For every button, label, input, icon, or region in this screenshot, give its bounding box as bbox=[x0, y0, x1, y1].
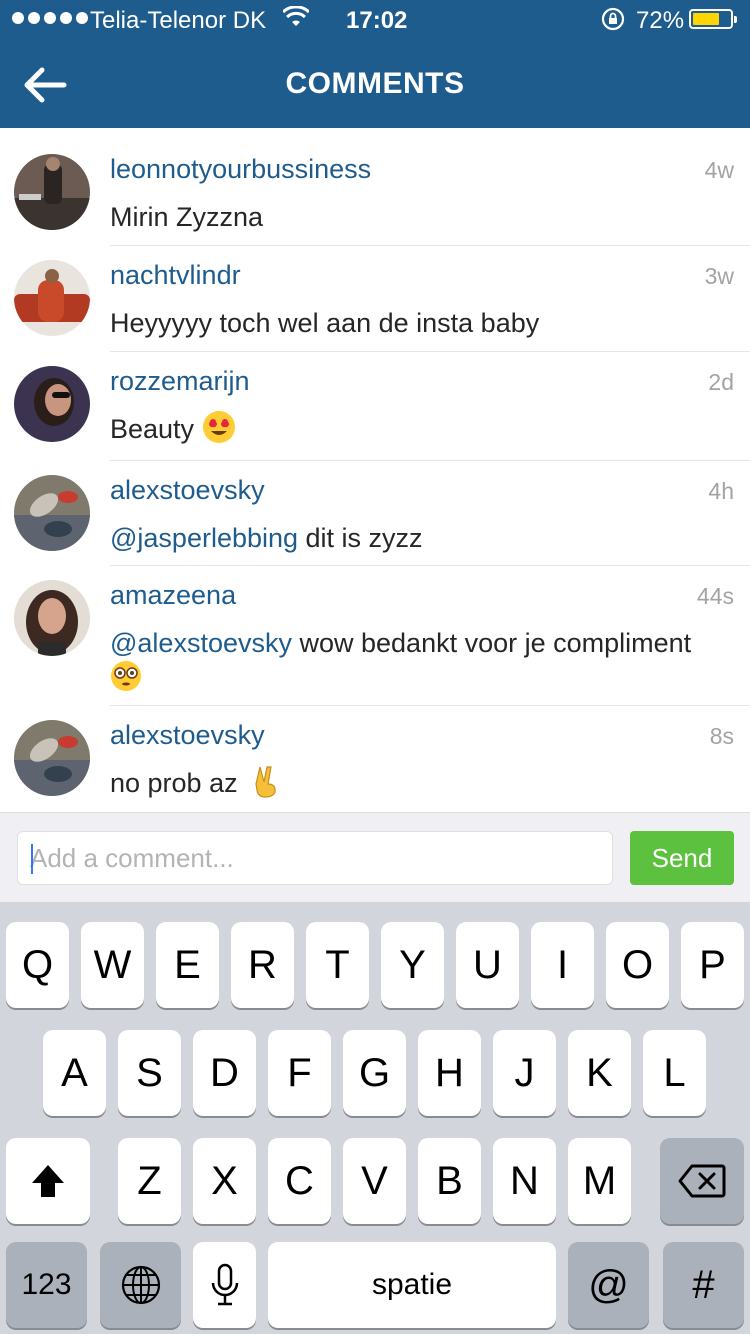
rotation-lock-icon bbox=[600, 6, 626, 39]
keyboard: Q W E R T Y U I O P A S D F G H J K L Z … bbox=[0, 902, 750, 1334]
key-g[interactable]: G bbox=[343, 1030, 406, 1116]
comment-text: @alexstoevsky wow bedankt voor je compli… bbox=[110, 626, 720, 700]
comment-body: Mirin Zyzzna bbox=[110, 202, 264, 232]
at-key[interactable]: @ bbox=[568, 1242, 649, 1328]
status-bar: Telia-Telenor DK 17:02 72% bbox=[0, 0, 750, 40]
comment-username[interactable]: rozzemarijn bbox=[110, 366, 250, 397]
comment-age: 2d bbox=[708, 369, 734, 395]
microphone-icon[interactable] bbox=[193, 1242, 256, 1328]
comment-body: wow bedankt voor je compliment bbox=[291, 628, 692, 658]
comment-text: Mirin Zyzzna bbox=[110, 200, 720, 234]
key-s[interactable]: S bbox=[118, 1030, 181, 1116]
key-b[interactable]: B bbox=[418, 1138, 481, 1224]
top-bar: Telia-Telenor DK 17:02 72% COMMENTS bbox=[0, 0, 750, 128]
key-r[interactable]: R bbox=[231, 922, 294, 1008]
comment-age: 8s bbox=[709, 723, 734, 749]
key-d[interactable]: D bbox=[193, 1030, 256, 1116]
key-h[interactable]: H bbox=[418, 1030, 481, 1116]
avatar[interactable] bbox=[14, 366, 90, 442]
key-i[interactable]: I bbox=[531, 922, 594, 1008]
wifi-icon bbox=[281, 5, 311, 37]
numbers-key[interactable]: 123 bbox=[6, 1242, 87, 1328]
clock: 17:02 bbox=[346, 7, 408, 34]
comment-text: no prob az bbox=[110, 764, 720, 806]
comment-row: rozzemarijn 2d Beauty bbox=[0, 352, 750, 461]
comment-input-placeholder: Add a comment... bbox=[30, 843, 234, 873]
avatar[interactable] bbox=[14, 154, 90, 230]
key-m[interactable]: M bbox=[568, 1138, 631, 1224]
comment-age: 3w bbox=[704, 263, 734, 289]
avatar[interactable] bbox=[14, 475, 90, 551]
carrier-name: Telia-Telenor DK bbox=[90, 7, 267, 34]
mention-link[interactable]: @jasperlebbing bbox=[110, 523, 298, 553]
send-button[interactable]: Send bbox=[630, 831, 734, 885]
key-z[interactable]: Z bbox=[118, 1138, 181, 1224]
avatar[interactable] bbox=[14, 720, 90, 796]
key-e[interactable]: E bbox=[156, 922, 219, 1008]
comment-text: Beauty bbox=[110, 410, 720, 452]
key-y[interactable]: Y bbox=[381, 922, 444, 1008]
globe-icon[interactable] bbox=[100, 1242, 181, 1328]
nav-bar: COMMENTS bbox=[0, 40, 750, 128]
comment-body: dit is zyzz bbox=[298, 523, 423, 553]
signal-dots-icon bbox=[12, 12, 88, 24]
key-u[interactable]: U bbox=[456, 922, 519, 1008]
battery-icon bbox=[689, 9, 737, 29]
comment-username[interactable]: leonnotyourbussiness bbox=[110, 154, 371, 185]
text-caret bbox=[31, 844, 33, 874]
comments-list: leonnotyourbussiness 4w Mirin Zyzzna nac… bbox=[0, 140, 750, 812]
key-a[interactable]: A bbox=[43, 1030, 106, 1116]
key-p[interactable]: P bbox=[681, 922, 744, 1008]
key-j[interactable]: J bbox=[493, 1030, 556, 1116]
space-key[interactable]: spatie bbox=[268, 1242, 556, 1328]
key-n[interactable]: N bbox=[493, 1138, 556, 1224]
comment-username[interactable]: nachtvlindr bbox=[110, 260, 241, 291]
comment-age: 4h bbox=[708, 478, 734, 504]
key-k[interactable]: K bbox=[568, 1030, 631, 1116]
page-title: COMMENTS bbox=[285, 67, 465, 100]
comment-body: Heyyyyy toch wel aan de insta baby bbox=[110, 308, 540, 338]
victory-hand-emoji bbox=[251, 764, 281, 806]
comment-row: alexstoevsky 4h @jasperlebbing dit is zy… bbox=[0, 461, 750, 566]
heart-eyes-emoji bbox=[202, 410, 236, 452]
comment-text: Heyyyyy toch wel aan de insta baby bbox=[110, 306, 720, 340]
flushed-emoji bbox=[110, 660, 142, 700]
shift-icon[interactable] bbox=[6, 1138, 90, 1224]
backspace-icon[interactable] bbox=[660, 1138, 744, 1224]
comment-body: no prob az bbox=[110, 768, 238, 799]
avatar[interactable] bbox=[14, 580, 90, 656]
key-f[interactable]: F bbox=[268, 1030, 331, 1116]
key-x[interactable]: X bbox=[193, 1138, 256, 1224]
comment-composer: Add a comment... Send bbox=[0, 812, 750, 903]
comment-age: 4w bbox=[704, 157, 734, 183]
avatar[interactable] bbox=[14, 260, 90, 336]
comment-username[interactable]: alexstoevsky bbox=[110, 720, 265, 751]
comment-username[interactable]: amazeena bbox=[110, 580, 236, 611]
key-w[interactable]: W bbox=[81, 922, 144, 1008]
key-v[interactable]: V bbox=[343, 1138, 406, 1224]
key-c[interactable]: C bbox=[268, 1138, 331, 1224]
key-t[interactable]: T bbox=[306, 922, 369, 1008]
key-o[interactable]: O bbox=[606, 922, 669, 1008]
comment-row: leonnotyourbussiness 4w Mirin Zyzzna bbox=[0, 140, 750, 246]
comment-row: alexstoevsky 8s no prob az bbox=[0, 706, 750, 812]
comment-age: 44s bbox=[696, 583, 734, 609]
key-q[interactable]: Q bbox=[6, 922, 69, 1008]
comment-body: Beauty bbox=[110, 414, 195, 445]
comment-row: nachtvlindr 3w Heyyyyy toch wel aan de i… bbox=[0, 246, 750, 352]
key-l[interactable]: L bbox=[643, 1030, 706, 1116]
mention-link[interactable]: @alexstoevsky bbox=[110, 628, 292, 658]
hash-key[interactable]: # bbox=[663, 1242, 744, 1328]
battery-percent: 72% bbox=[636, 7, 685, 34]
comment-username[interactable]: alexstoevsky bbox=[110, 475, 265, 506]
battery-level bbox=[693, 13, 719, 25]
comment-input[interactable]: Add a comment... bbox=[17, 831, 613, 885]
comment-row: amazeena 44s @alexstoevsky wow bedankt v… bbox=[0, 566, 750, 706]
comment-text: @jasperlebbing dit is zyzz bbox=[110, 521, 720, 555]
